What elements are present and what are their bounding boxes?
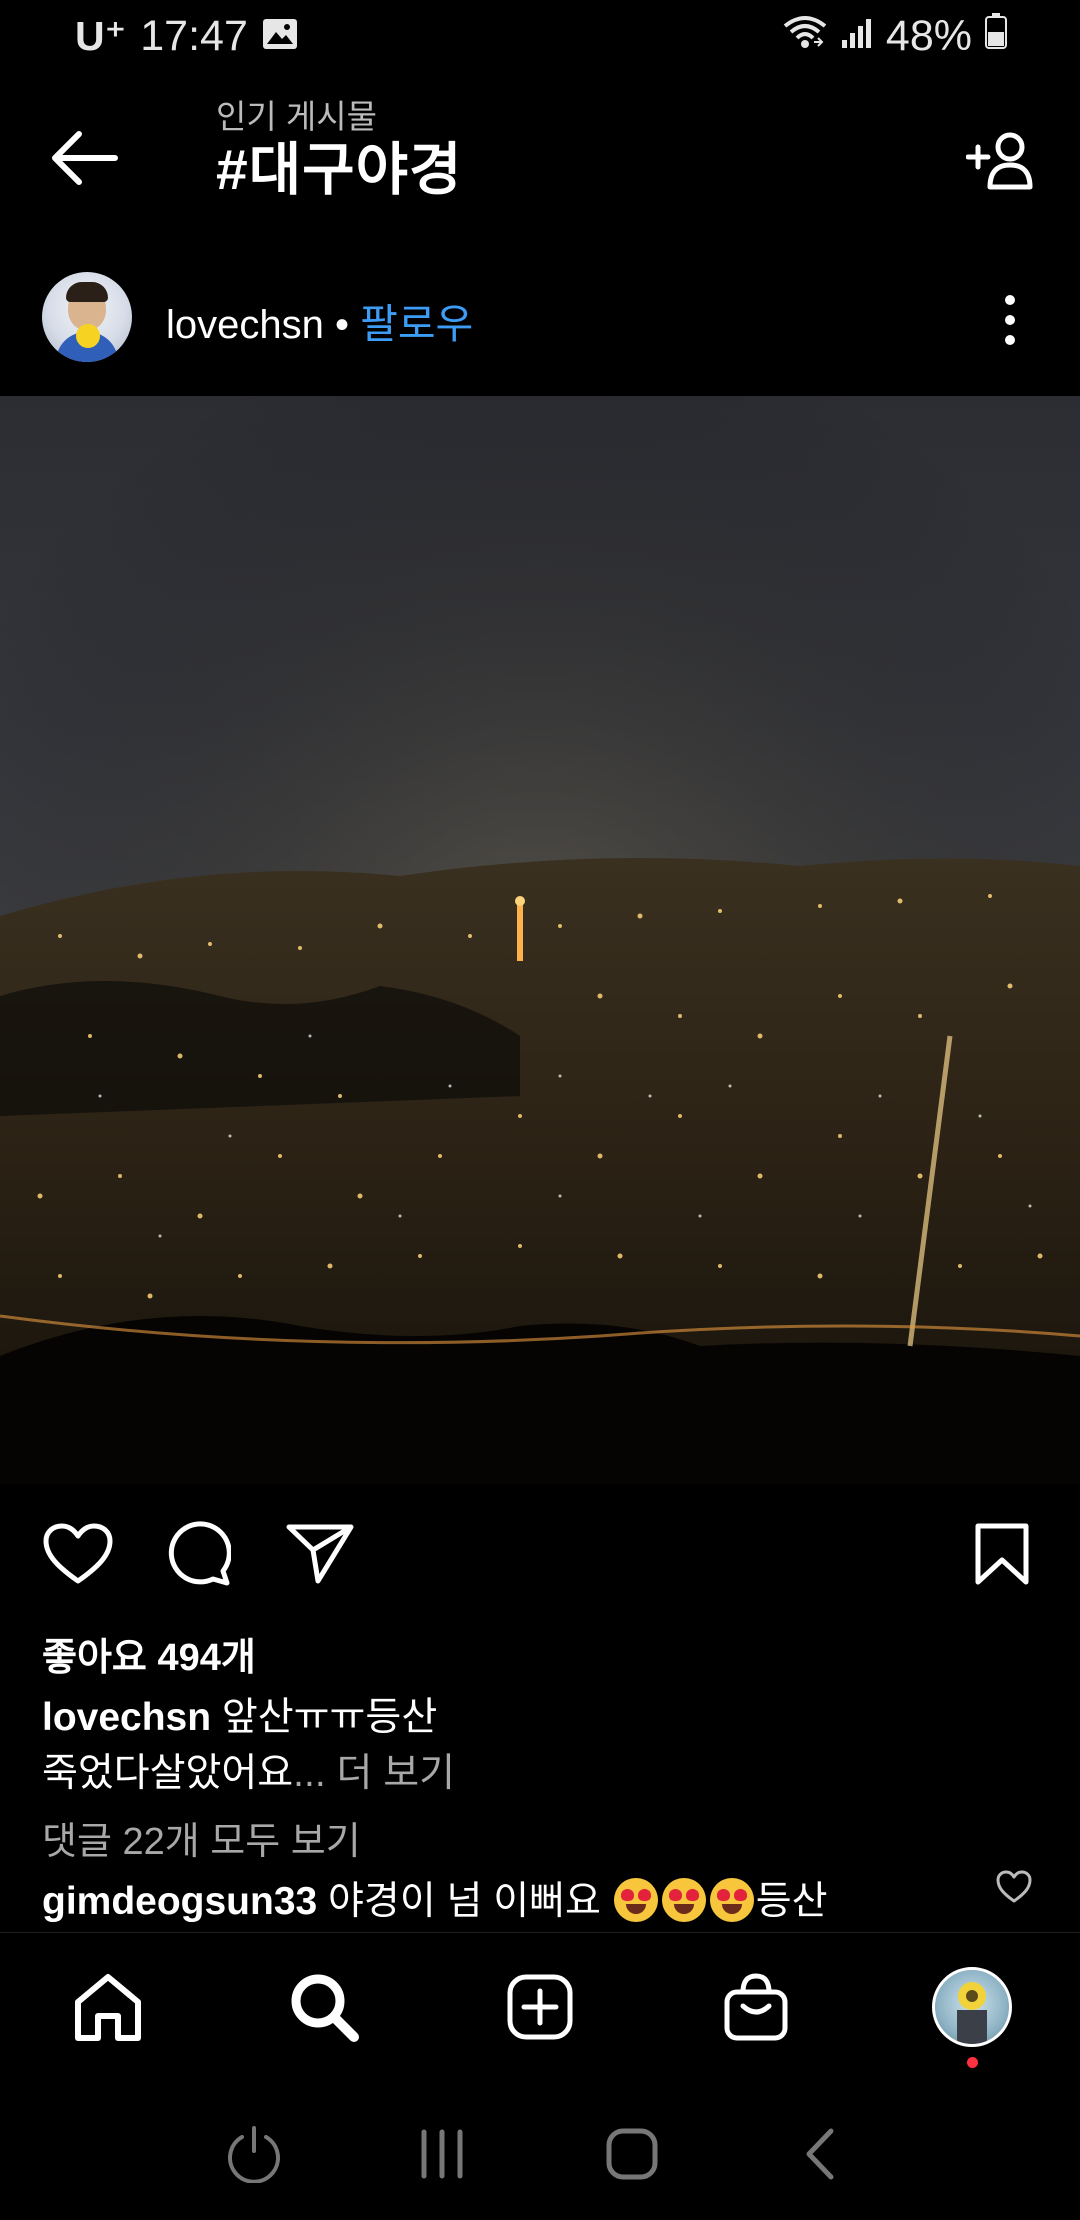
caption: lovechsn 앞산ㅠㅠ등산 — [42, 1686, 437, 1742]
top-header: 인기 게시물 #대구야경 — [0, 72, 1080, 232]
comment-like-button[interactable] — [996, 1870, 1036, 1910]
night-city-photo — [0, 396, 1080, 1484]
post-header: lovechsn • 팔로우 — [0, 262, 1080, 378]
view-all-comments-link[interactable]: 댓글 22개 모두 보기 — [42, 1810, 361, 1865]
home-system-button[interactable] — [592, 2114, 672, 2194]
like-button[interactable] — [40, 1516, 116, 1592]
small-heart-icon — [996, 1870, 1032, 1903]
recents-button[interactable] — [402, 2114, 482, 2194]
share-button[interactable] — [282, 1516, 358, 1592]
like-count[interactable]: 좋아요 494개 — [42, 1626, 256, 1681]
chevron-left-icon — [806, 2128, 834, 2180]
more-button[interactable]: 더 보기 — [337, 1752, 455, 1795]
battery-icon — [984, 12, 1008, 61]
post-actions — [0, 1506, 1080, 1596]
caption-text-line2: 죽었다살았어요 — [42, 1752, 294, 1795]
back-system-button[interactable] — [780, 2114, 860, 2194]
gallery-notification-icon — [262, 12, 298, 61]
heart-eyes-emoji-icon — [613, 1878, 658, 1922]
notification-dot — [967, 2057, 978, 2068]
signal-icon — [840, 12, 874, 61]
nav-search[interactable] — [284, 1967, 364, 2047]
clock: 17:47 — [140, 11, 248, 60]
add-person-icon — [966, 132, 1033, 190]
plus-square-icon — [507, 1974, 573, 2040]
wifi-icon — [782, 12, 828, 61]
nav-create[interactable] — [500, 1967, 580, 2047]
recents-icon — [421, 2129, 463, 2179]
nav-home[interactable] — [68, 1967, 148, 2047]
profile-picture — [957, 1982, 987, 2044]
avatar[interactable] — [42, 272, 132, 362]
separator-dot: • — [323, 303, 361, 347]
back-arrow-icon — [52, 131, 118, 185]
follow-hashtag-button[interactable] — [960, 118, 1046, 204]
nav-shop[interactable] — [716, 1967, 796, 2047]
back-button[interactable] — [42, 116, 126, 200]
comment-icon — [168, 1521, 231, 1586]
page-title: #대구야경 — [216, 138, 463, 202]
nav-profile[interactable] — [932, 1967, 1012, 2047]
battery-level: 48% — [885, 11, 972, 60]
comment-username[interactable]: gimdeogsun33 — [42, 1880, 317, 1923]
post-options-button[interactable] — [980, 280, 1040, 360]
power-icon — [228, 2126, 280, 2183]
comment-suffix: 등산 — [755, 1880, 828, 1923]
home-icon — [75, 1974, 141, 2041]
post-image[interactable] — [0, 396, 1080, 1484]
system-navigation-bar — [0, 2084, 1080, 2220]
caption-continued: 죽었다살았어요... 더 보기 — [42, 1742, 455, 1798]
power-button[interactable] — [214, 2114, 294, 2194]
send-icon — [286, 1524, 354, 1584]
caption-ellipsis: ... — [293, 1752, 337, 1795]
home-square-icon — [606, 2128, 658, 2180]
heart-eyes-emoji-icon — [709, 1878, 754, 1922]
caption-text: 앞산ㅠㅠ등산 — [211, 1696, 438, 1739]
carrier-label: U⁺ — [75, 13, 127, 59]
post-username[interactable]: lovechsn — [166, 303, 324, 347]
comment-button[interactable] — [160, 1516, 236, 1592]
heart-icon — [43, 1523, 113, 1584]
bottom-navigation — [0, 1932, 1080, 2084]
status-bar: U⁺ 17:47 48% — [0, 0, 1080, 72]
search-icon — [291, 1974, 359, 2042]
follow-button[interactable]: 팔로우 — [360, 301, 473, 347]
save-button[interactable] — [964, 1516, 1040, 1592]
comment-text: 야경이 넘 이뻐요 — [317, 1880, 612, 1923]
caption-username[interactable]: lovechsn — [42, 1696, 211, 1739]
comment-preview: gimdeogsun33 야경이 넘 이뻐요 등산 — [42, 1870, 828, 1926]
shopping-bag-icon — [724, 1973, 788, 2041]
heart-eyes-emoji-icon — [661, 1878, 706, 1922]
more-vertical-icon — [1005, 295, 1015, 345]
bookmark-icon — [975, 1523, 1029, 1585]
